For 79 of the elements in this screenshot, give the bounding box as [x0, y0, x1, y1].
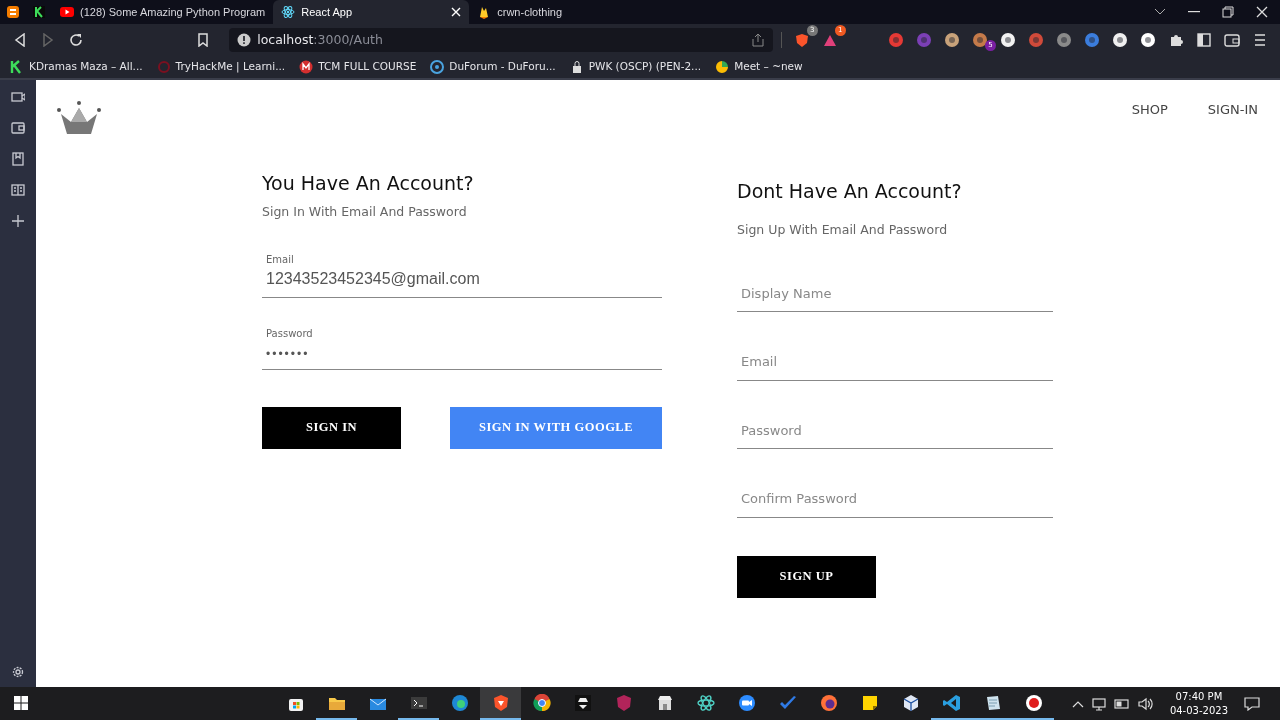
play-icon: [60, 5, 74, 19]
store-front-icon: [655, 693, 674, 712]
form-subtitle: Sign Up With Email And Password: [737, 220, 949, 239]
input-field[interactable]: Confirm Password: [737, 483, 1053, 518]
bookmark-link[interactable]: TCM FULL COURSE: [297, 59, 419, 75]
meet-icon: [715, 60, 730, 74]
chevron-down-icon[interactable]: [1154, 8, 1166, 16]
address-bar[interactable]: localhost:3000/Auth: [229, 28, 773, 52]
notification-icon[interactable]: [1244, 696, 1260, 711]
extension-icon[interactable]: [1140, 32, 1156, 48]
nav-link[interactable]: SHOP: [1121, 100, 1178, 120]
reading-list-icon[interactable]: [11, 183, 25, 197]
crown-logo[interactable]: [57, 100, 101, 136]
browser-tab[interactable]: (128) Some Amazing Python Program: [52, 0, 274, 24]
reload-icon[interactable]: [69, 33, 83, 47]
share-icon[interactable]: [750, 33, 765, 47]
bookmark-link[interactable]: PWK (OSCP) (PEN-2...: [567, 59, 704, 75]
bookmark-link[interactable]: TryHackMe | Learni...: [154, 59, 288, 75]
extension-icon[interactable]: [1112, 32, 1128, 48]
video-icon[interactable]: [11, 90, 25, 104]
form-subtitle: Sign In With Email And Password: [262, 202, 468, 221]
bookmark-link[interactable]: DuForum - DuForu...: [428, 59, 558, 75]
input-field[interactable]: Email: [737, 346, 1053, 381]
bookmark-link[interactable]: Meet – ~new: [713, 59, 805, 75]
k-logo-icon: [10, 60, 24, 74]
restore-icon[interactable]: [1222, 6, 1234, 18]
network-icon[interactable]: [1091, 696, 1106, 711]
shield-icon[interactable]: [794, 33, 809, 47]
form-button[interactable]: SIGN UP: [737, 555, 876, 598]
form-heading: Dont Have An Account?: [737, 180, 963, 203]
record-icon: [1024, 693, 1043, 712]
bookmark-icon[interactable]: [198, 33, 209, 47]
forward-icon[interactable]: [42, 33, 54, 47]
battery-icon[interactable]: [1113, 697, 1130, 710]
form-button[interactable]: SIGN IN WITH GOOGLE: [450, 406, 662, 449]
browser-tab[interactable]: crwn-clothing: [469, 0, 666, 24]
code-editor-icon: [942, 693, 961, 712]
browser-tab[interactable]: React App: [273, 0, 470, 24]
puzzle-icon[interactable]: [1169, 33, 1183, 47]
windows-icon: [13, 695, 28, 710]
menu-icon[interactable]: [1253, 33, 1267, 47]
plus-icon[interactable]: [11, 214, 25, 228]
sticky-note-icon: [860, 693, 879, 712]
k-logo-icon: [32, 5, 46, 19]
input-field[interactable]: 12343523452345@gmail.com: [262, 266, 662, 298]
url-text: localhost:3000/Auth: [257, 30, 384, 49]
form-heading: You Have An Account?: [262, 172, 475, 195]
input-field[interactable]: •••••••: [262, 340, 662, 370]
extension-icon[interactable]: [1000, 32, 1016, 48]
wallet-icon[interactable]: [11, 121, 25, 135]
ring-icon: [156, 60, 171, 74]
extension-icon[interactable]: [944, 32, 960, 48]
triangle-icon[interactable]: [822, 33, 837, 47]
bookmark-link[interactable]: KDramas Maza – All...: [8, 59, 145, 75]
bookmarks-icon[interactable]: [11, 152, 25, 166]
info-icon: [237, 33, 252, 47]
field-label: Password: [265, 326, 314, 341]
cube-icon: [901, 693, 920, 712]
nav-link[interactable]: SIGN-IN: [1197, 100, 1268, 120]
close-icon[interactable]: [1256, 6, 1268, 18]
atom-icon: [696, 693, 715, 712]
taskbar-clock[interactable]: 07:40 PM 04-03-2023: [1161, 690, 1236, 717]
video-camera-icon: [737, 693, 756, 712]
wheel-icon: [532, 693, 551, 712]
atom-icon: [281, 5, 296, 19]
m-logo-icon: [299, 60, 314, 74]
settings-icon[interactable]: [11, 665, 25, 679]
blog-icon: [6, 5, 20, 19]
form-button[interactable]: SIGN IN: [262, 406, 401, 449]
chevron-up-icon[interactable]: [1071, 699, 1084, 708]
field-label: Email: [265, 252, 295, 267]
shield-icon: [614, 693, 633, 712]
input-field[interactable]: Display Name: [737, 277, 1053, 313]
wallet-icon[interactable]: [1224, 33, 1240, 47]
volume-icon[interactable]: [1137, 696, 1154, 711]
back-icon[interactable]: [14, 33, 26, 47]
minimize-icon[interactable]: [1188, 11, 1200, 13]
sidebar-icon[interactable]: [1197, 33, 1211, 47]
input-field[interactable]: Password: [737, 414, 1053, 450]
